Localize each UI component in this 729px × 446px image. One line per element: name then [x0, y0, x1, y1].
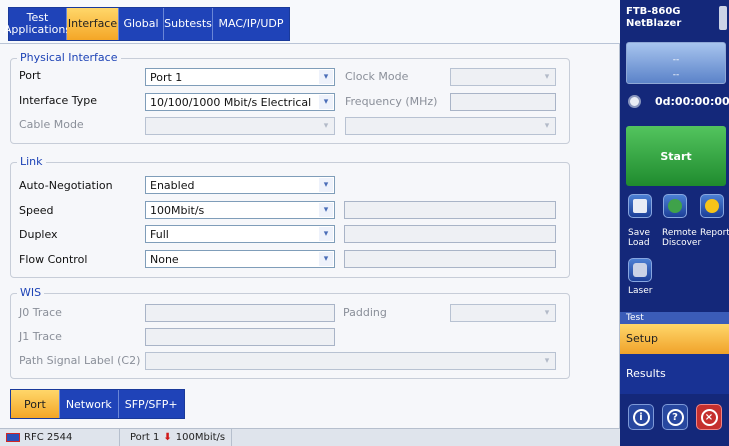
- section-test-header: Test: [620, 312, 729, 324]
- chevron-down-icon: ▾: [540, 119, 554, 133]
- chevron-down-icon: ▾: [319, 178, 333, 192]
- tab-interface[interactable]: Interface: [67, 8, 119, 40]
- save-load-icon: [633, 199, 647, 213]
- frequency-field: [450, 93, 556, 111]
- chevron-down-icon: ▾: [319, 203, 333, 217]
- duplex-label: Duplex: [19, 228, 58, 241]
- duplex-status-field: [344, 225, 556, 243]
- interface-panel: Physical Interface Port Port 1 ▾ Clock M…: [0, 44, 620, 428]
- frequency-label: Frequency (MHz): [345, 95, 438, 108]
- j0-trace-label: J0 Trace: [19, 306, 62, 319]
- tab-mac-ip-udp[interactable]: MAC/IP/UDP: [213, 8, 289, 40]
- exit-button[interactable]: ×: [696, 404, 722, 430]
- interface-type-label: Interface Type: [19, 94, 98, 107]
- physical-interface-title: Physical Interface: [17, 51, 121, 64]
- speed-status-field: [344, 201, 556, 219]
- tab-sfp[interactable]: SFP/SFP+: [118, 390, 184, 418]
- top-tab-bar: Test Applications Interface Global Subte…: [0, 0, 620, 44]
- nav-results[interactable]: Results: [620, 354, 729, 394]
- laser-button[interactable]: [628, 258, 652, 282]
- j1-trace-label: J1 Trace: [19, 330, 62, 343]
- remote-discover-button[interactable]: [663, 194, 687, 218]
- tab-port[interactable]: Port: [11, 390, 60, 418]
- flow-control-label: Flow Control: [19, 253, 88, 266]
- close-icon: ×: [700, 408, 718, 426]
- start-button[interactable]: Start: [626, 126, 726, 186]
- j1-trace-field[interactable]: [145, 328, 335, 346]
- interface-type-select[interactable]: 10/100/1000 Mbit/s Electrical ▾: [145, 93, 335, 111]
- cable-mode-select[interactable]: ▾: [145, 117, 335, 135]
- bottom-tab-bar: Port Network SFP/SFP+: [10, 389, 185, 419]
- remote-discover-icon: [668, 199, 682, 213]
- help-button[interactable]: ?: [662, 404, 688, 430]
- auto-negotiation-label: Auto-Negotiation: [19, 179, 113, 192]
- save-load-button[interactable]: [628, 194, 652, 218]
- tab-network[interactable]: Network: [59, 390, 119, 418]
- port-select[interactable]: Port 1 ▾: [145, 68, 335, 86]
- chevron-down-icon: ▾: [540, 354, 554, 368]
- wis-title: WIS: [17, 286, 45, 299]
- status-meter: -- --: [626, 42, 726, 84]
- status-bar: RFC 2544 Port 1 ⬇ 100Mbit/s: [0, 428, 620, 446]
- link-title: Link: [17, 155, 46, 168]
- timer-icon: [628, 95, 641, 108]
- tabstrip: Test Applications Interface Global Subte…: [4, 7, 290, 41]
- clock-mode-label: Clock Mode: [345, 70, 409, 83]
- tab-global[interactable]: Global: [119, 8, 164, 40]
- right-sidebar: FTB-860G NetBlazer -- -- 0d:00:00:00 Sta…: [620, 0, 729, 446]
- status-test: RFC 2544: [0, 429, 120, 446]
- remote-discover-label: Remote Discover: [662, 228, 702, 248]
- help-icon: ?: [666, 408, 684, 426]
- chevron-down-icon: ▾: [319, 227, 333, 241]
- speed-label: Speed: [19, 204, 54, 217]
- j0-trace-field[interactable]: [145, 304, 335, 322]
- chevron-down-icon: ▾: [540, 70, 554, 84]
- report-label: Report: [700, 228, 729, 238]
- tab-subtests[interactable]: Subtests: [164, 8, 213, 40]
- auto-negotiation-select[interactable]: Enabled ▾: [145, 176, 335, 194]
- flow-control-status-field: [344, 250, 556, 268]
- chevron-down-icon: ▾: [319, 119, 333, 133]
- link-down-arrow-icon: ⬇: [163, 432, 172, 443]
- clock-mode-select[interactable]: -- ▾: [450, 68, 556, 86]
- path-signal-label-select[interactable]: ▾: [145, 352, 556, 370]
- port-label: Port: [19, 69, 41, 82]
- save-load-label: Save Load: [628, 228, 651, 248]
- duplex-select[interactable]: Full ▾: [145, 225, 335, 243]
- test-timer: 0d:00:00:00: [628, 95, 729, 108]
- status-port: Port 1 ⬇ 100Mbit/s: [120, 429, 233, 446]
- laser-icon: [633, 263, 647, 277]
- chevron-down-icon: ▾: [319, 70, 333, 84]
- about-button[interactable]: i: [628, 404, 654, 430]
- report-icon: [705, 199, 719, 213]
- chevron-down-icon: ▾: [540, 306, 554, 320]
- device-icon[interactable]: [719, 6, 727, 30]
- path-signal-label-label: Path Signal Label (C2): [19, 354, 141, 367]
- laser-label: Laser: [628, 286, 653, 296]
- flow-control-select[interactable]: None ▾: [145, 250, 335, 268]
- cable-mode-label: Cable Mode: [19, 118, 84, 131]
- chevron-down-icon: ▾: [319, 252, 333, 266]
- cable-mode-secondary-select[interactable]: ▾: [345, 117, 556, 135]
- speed-select[interactable]: 100Mbit/s ▾: [145, 201, 335, 219]
- padding-select[interactable]: ▾: [450, 304, 556, 322]
- nav-setup[interactable]: Setup: [620, 324, 729, 354]
- tab-test-applications[interactable]: Test Applications: [4, 8, 71, 40]
- chevron-down-icon: ▾: [319, 95, 333, 109]
- flag-icon: [6, 433, 20, 442]
- padding-label: Padding: [343, 306, 387, 319]
- info-icon: i: [632, 408, 650, 426]
- report-button[interactable]: [700, 194, 724, 218]
- device-name: FTB-860G NetBlazer: [626, 6, 682, 29]
